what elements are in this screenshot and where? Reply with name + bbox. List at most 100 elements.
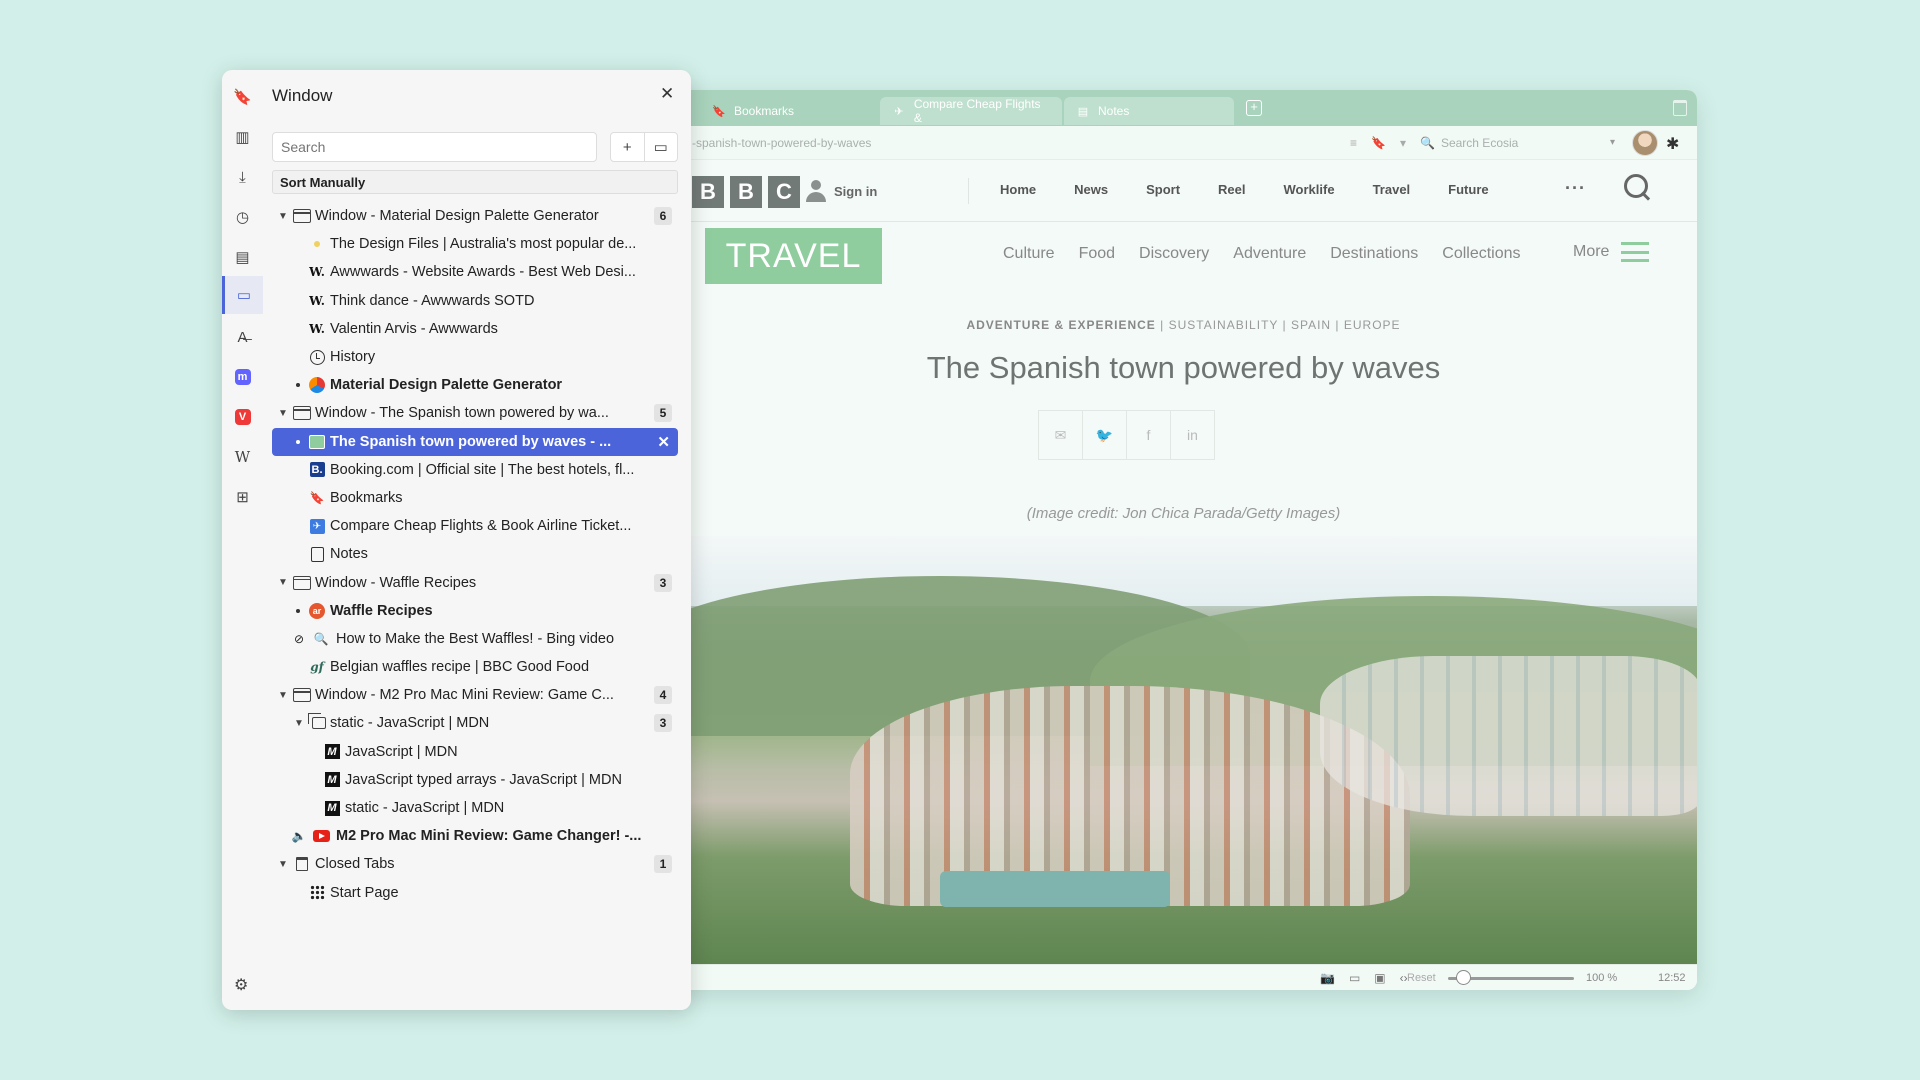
facebook-share-icon[interactable]: f	[1126, 410, 1171, 460]
tag-list[interactable]: | SUSTAINABILITY | SPAIN | EUROPE	[1156, 318, 1401, 332]
tag-primary[interactable]: ADVENTURE & EXPERIENCE	[966, 318, 1155, 332]
tab-row[interactable]: Notes	[272, 540, 678, 568]
chevron-down-icon[interactable]: ▼	[294, 718, 306, 729]
zoom-level: 100 %	[1586, 971, 1618, 984]
tab-row-selected[interactable]: The Spanish town powered by waves - ... …	[272, 427, 678, 456]
more-menu-button[interactable]: More	[1573, 242, 1650, 262]
nav-reel[interactable]: Reel	[1218, 182, 1245, 197]
nav-news[interactable]: News	[1074, 182, 1108, 197]
more-dots-icon[interactable]: ···	[1565, 178, 1586, 199]
bbc-nav: B B C Sign in Home News Sport Reel Workl…	[670, 160, 1697, 222]
sort-dropdown[interactable]: Sort Manually	[272, 170, 678, 194]
translate-icon[interactable]: A̶	[222, 318, 263, 356]
search-engine-field[interactable]: 🔍 Search Ecosia ▾	[1420, 132, 1615, 154]
notes-icon[interactable]: ▤	[222, 238, 263, 276]
section-link-collections[interactable]: Collections	[1442, 245, 1520, 263]
window-icon[interactable]: ▭	[222, 276, 263, 314]
tab-row-active[interactable]: ar Waffle Recipes	[272, 597, 678, 625]
chevron-down-icon[interactable]: ▼	[278, 408, 290, 419]
add-icon[interactable]: +	[611, 133, 644, 161]
close-tab-icon[interactable]: ✕	[657, 433, 670, 451]
tab-row[interactable]: gf Belgian waffles recipe | BBC Good Foo…	[272, 653, 678, 681]
bookmark-page-icon[interactable]: 🔖	[1371, 136, 1386, 150]
chevron-down-icon[interactable]: ▼	[278, 577, 290, 588]
url-field[interactable]: -spanish-town-powered-by-waves	[692, 136, 871, 150]
nav-future[interactable]: Future	[1448, 182, 1488, 197]
tab-row-active[interactable]: Material Design Palette Generator	[272, 371, 678, 399]
camera-icon[interactable]: 📷	[1320, 971, 1335, 985]
tab-row[interactable]: 🔖 Bookmarks	[272, 484, 678, 512]
chevron-down-icon[interactable]: ▾	[1610, 137, 1615, 148]
section-link-culture[interactable]: Culture	[1003, 245, 1055, 263]
extensions-icon[interactable]: ✱	[1666, 134, 1679, 154]
tab-row[interactable]: ⊘ 🔍 How to Make the Best Waffles! - Bing…	[272, 625, 678, 653]
tiling-icon[interactable]: ▭	[1349, 971, 1360, 985]
chevron-down-icon[interactable]: ▼	[278, 690, 290, 701]
tab-row[interactable]: W. Think dance - Awwwards SOTD	[272, 287, 678, 315]
tab-row-audio[interactable]: 🔈 M2 Pro Mac Mini Review: Game Changer! …	[272, 822, 678, 850]
tab-row[interactable]: History	[272, 343, 678, 371]
reading-list-icon[interactable]: ▥	[222, 118, 263, 156]
twitter-share-icon[interactable]: 🐦	[1082, 410, 1127, 460]
tab-row[interactable]: M JavaScript | MDN	[272, 738, 678, 766]
trash-icon[interactable]	[1673, 100, 1687, 116]
nav-worklife[interactable]: Worklife	[1284, 182, 1335, 197]
tab-row[interactable]: W. Valentin Arvis - Awwwards	[272, 315, 678, 343]
zoom-slider-handle[interactable]	[1455, 970, 1471, 985]
tab-row[interactable]: M static - JavaScript | MDN	[272, 794, 678, 822]
nav-travel[interactable]: Travel	[1373, 182, 1411, 197]
tab-compare-flights[interactable]: ✈ Compare Cheap Flights &	[880, 97, 1062, 125]
email-share-icon[interactable]: ✉	[1038, 410, 1083, 460]
window-icon[interactable]: ▭	[643, 133, 678, 161]
section-link-food[interactable]: Food	[1079, 245, 1115, 263]
window-row[interactable]: ▼ Window - Waffle Recipes 3	[272, 568, 678, 596]
new-tab-button[interactable]: +	[1246, 100, 1262, 116]
sign-in-link[interactable]: Sign in	[806, 180, 877, 202]
downloads-icon[interactable]: ⤓	[222, 158, 263, 196]
avatar[interactable]	[1632, 130, 1658, 156]
linkedin-share-icon[interactable]: in	[1170, 410, 1215, 460]
add-panel-icon[interactable]: ⊞	[222, 478, 263, 516]
tab-stack-row[interactable]: ▼ static - JavaScript | MDN 3	[272, 709, 678, 737]
chevron-down-icon[interactable]: ▾	[1400, 136, 1406, 150]
wikipedia-icon[interactable]: W	[222, 438, 263, 476]
section-link-destinations[interactable]: Destinations	[1330, 245, 1418, 263]
section-link-discovery[interactable]: Discovery	[1139, 245, 1209, 263]
window-row[interactable]: ▼ Window - Material Design Palette Gener…	[272, 202, 678, 230]
gear-icon[interactable]: ⚙	[234, 975, 248, 995]
vivaldi-icon[interactable]: V	[222, 398, 263, 436]
nav-sport[interactable]: Sport	[1146, 182, 1180, 197]
notes-icon: ▤	[1077, 105, 1089, 118]
window-row[interactable]: ▼ Window - The Spanish town powered by w…	[272, 399, 678, 427]
tab-notes[interactable]: ▤ Notes	[1064, 97, 1234, 125]
tab-row[interactable]: The Design Files | Australia's most popu…	[272, 230, 678, 258]
image-toggle-icon[interactable]: ▣	[1374, 971, 1385, 985]
tab-row[interactable]: Start Page	[272, 879, 678, 907]
share-buttons: ✉ 🐦 f in	[1038, 410, 1215, 460]
history-icon[interactable]: ◷	[222, 198, 263, 236]
nav-home[interactable]: Home	[1000, 182, 1036, 197]
section-link-adventure[interactable]: Adventure	[1233, 245, 1306, 263]
zoom-reset-button[interactable]: Reset	[1407, 972, 1436, 984]
tab-row[interactable]: M JavaScript typed arrays - JavaScript |…	[272, 766, 678, 794]
closed-tabs-row[interactable]: ▼ Closed Tabs 1	[272, 850, 678, 878]
tab-row[interactable]: B. Booking.com | Official site | The bes…	[272, 456, 678, 484]
search-icon[interactable]	[1624, 174, 1650, 200]
muted-speaker-icon[interactable]: ⊘	[290, 630, 308, 648]
tab-bookmarks[interactable]: 🔖 Bookmarks	[700, 97, 880, 125]
tab-row[interactable]: W. Awwwards - Website Awards - Best Web …	[272, 258, 678, 286]
travel-logo[interactable]: TRAVEL	[705, 228, 882, 284]
address-tools: ≡ 🔖 ▾	[1350, 136, 1406, 150]
chevron-down-icon[interactable]: ▼	[278, 859, 290, 870]
mastodon-icon[interactable]: m	[222, 358, 263, 396]
window-row[interactable]: ▼ Window - M2 Pro Mac Mini Review: Game …	[272, 681, 678, 709]
bbc-logo[interactable]: B B C	[692, 176, 800, 208]
search-input[interactable]	[272, 132, 597, 162]
speaker-icon[interactable]: 🔈	[290, 827, 308, 845]
bookmark-icon[interactable]: 🔖	[222, 78, 263, 116]
chevron-down-icon[interactable]: ▼	[278, 211, 290, 222]
reader-icon[interactable]: ≡	[1350, 136, 1357, 150]
tab-row[interactable]: ✈ Compare Cheap Flights & Book Airline T…	[272, 512, 678, 540]
close-icon[interactable]: ✕	[660, 84, 674, 104]
active-tab-dot	[296, 608, 300, 613]
